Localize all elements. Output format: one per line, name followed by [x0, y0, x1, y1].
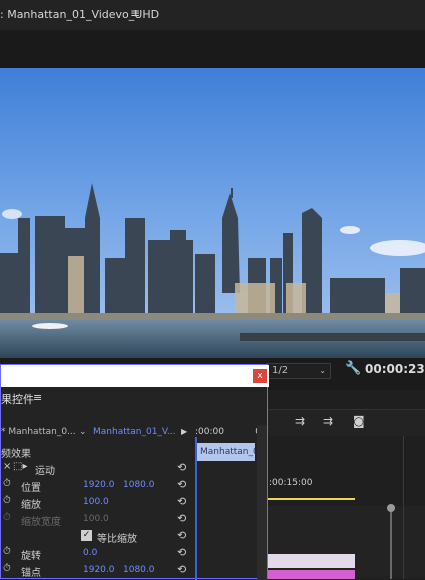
close-button[interactable]: x — [253, 369, 267, 383]
panel-menu-icon[interactable]: ≡ — [130, 6, 140, 20]
ruler-label: :00:15:00 — [269, 478, 313, 488]
overwrite-icon[interactable]: ⇉ — [323, 414, 333, 428]
mini-timeline-clip[interactable]: Manhattan_0 — [197, 443, 255, 461]
slider-knob[interactable] — [387, 504, 395, 512]
uniform-scale-checkbox[interactable]: ✓ — [81, 530, 92, 541]
clip-select[interactable]: Manhattan_01_V... — [93, 427, 176, 437]
mini-timeline-header: :00:00 0 — [195, 425, 261, 441]
panel-header-bar: x — [1, 365, 269, 387]
uniform-scale-label: 等比缩放 — [97, 534, 137, 545]
anchor-label: 锚点 — [21, 568, 41, 579]
section-video-effects: 频效果 — [1, 443, 195, 460]
reset-icon[interactable]: ⟲ — [177, 563, 186, 576]
chevron-down-icon: ⌄ — [319, 366, 326, 375]
insert-icon[interactable]: ⇉ — [295, 414, 305, 428]
scale-label: 缩放 — [21, 500, 41, 511]
time-ruler[interactable]: :00:15:00 — [267, 436, 425, 506]
anchor-y[interactable]: 1080.0 — [123, 565, 155, 575]
zoom-slider[interactable] — [387, 500, 395, 579]
position-x[interactable]: 1920.0 — [83, 480, 115, 490]
stopwatch-icon: ⏱ — [3, 512, 11, 523]
reset-icon[interactable]: ⟲ — [177, 512, 186, 525]
scale-width-label: 缩放宽度 — [21, 517, 61, 528]
divider — [403, 436, 404, 579]
play-triangle-icon[interactable]: ▶ — [181, 427, 187, 436]
panel-scrollbar[interactable] — [257, 425, 267, 580]
scale-width-value: 100.0 — [83, 514, 109, 524]
source-select[interactable]: * Manhattan_0... — [1, 427, 76, 437]
param-anchor: ⏱ 锚点 1920.0 1080.0 ⟲ — [1, 562, 195, 579]
timeline-toolbar: ⇉ ⇉ ◙ — [267, 412, 425, 434]
program-monitor — [0, 30, 425, 360]
param-scale: ⏱ 缩放 100.0 ⟲ — [1, 494, 195, 511]
wrench-icon[interactable]: 🔧 — [345, 361, 361, 376]
rotation-label: 旋转 — [21, 551, 41, 562]
stopwatch-icon[interactable]: ⏱ — [3, 546, 11, 557]
work-area-bar[interactable] — [267, 498, 355, 500]
reset-icon[interactable]: ⟲ — [177, 495, 186, 508]
scale-value[interactable]: 100.0 — [83, 497, 109, 507]
monitor-controls: 1/2 ⌄ 🔧 00:00:23:0 — [267, 360, 425, 390]
title-bar: : Manhattan_01_Videvo_UHD ≡ — [0, 0, 425, 30]
tab-effect-controls[interactable]: 果控件 — [1, 393, 34, 406]
audio-clip[interactable] — [267, 570, 355, 579]
timeline-panel: ⇉ ⇉ ◙ :00:15:00 — [267, 390, 425, 579]
video-clip[interactable] — [267, 554, 355, 568]
reset-icon[interactable]: ⟲ — [177, 546, 186, 559]
video-frame — [0, 68, 425, 358]
stopwatch-icon[interactable]: ⏱ — [3, 563, 11, 574]
motion-label: 运动 — [35, 466, 55, 477]
fit-select-value: 1/2 — [272, 365, 289, 376]
effect-controls-panel: x 果控件 ≡ * Manhattan_0... ⌄ Manhattan_01_… — [0, 364, 269, 580]
position-y[interactable]: 1080.0 — [123, 480, 155, 490]
tab-menu-icon[interactable]: ≡ — [33, 391, 42, 404]
reset-icon[interactable]: ⟲ — [177, 461, 186, 474]
motion-icon: ⬚▸ — [13, 461, 28, 472]
param-position: ⏱ 位置 1920.0 1080.0 ⟲ — [1, 477, 195, 494]
anchor-x[interactable]: 1920.0 — [83, 565, 115, 575]
panel-tab-row: 果控件 ≡ — [1, 391, 269, 409]
stopwatch-icon[interactable]: ⏱ — [3, 495, 11, 506]
mini-timeline-start: :00:00 — [195, 427, 224, 437]
slider-track — [390, 512, 392, 579]
timeline-header — [267, 390, 425, 410]
rotation-value[interactable]: 0.0 — [83, 548, 97, 558]
section-label: 频效果 — [1, 449, 31, 460]
source-row: * Manhattan_0... ⌄ Manhattan_01_V... ▶ — [1, 425, 195, 441]
fx-icon[interactable]: × — [3, 461, 11, 472]
position-label: 位置 — [21, 483, 41, 494]
camera-icon[interactable]: ◙ — [353, 414, 365, 428]
fit-select[interactable]: 1/2 ⌄ — [267, 363, 331, 379]
stopwatch-icon[interactable]: ⏱ — [3, 478, 11, 489]
timecode[interactable]: 00:00:23:0 — [365, 362, 425, 376]
param-scale-width: ⏱ 缩放宽度 100.0 ⟲ — [1, 511, 195, 528]
param-rotation: ⏱ 旋转 0.0 ⟲ — [1, 545, 195, 562]
reset-icon[interactable]: ⟲ — [177, 529, 186, 542]
effect-motion[interactable]: × ⬚▸ 运动 ⟲ — [1, 460, 195, 477]
chevron-down-icon[interactable]: ⌄ — [79, 427, 87, 437]
param-uniform-scale: ✓ 等比缩放 ⟲ — [1, 528, 195, 545]
reset-icon[interactable]: ⟲ — [177, 478, 186, 491]
